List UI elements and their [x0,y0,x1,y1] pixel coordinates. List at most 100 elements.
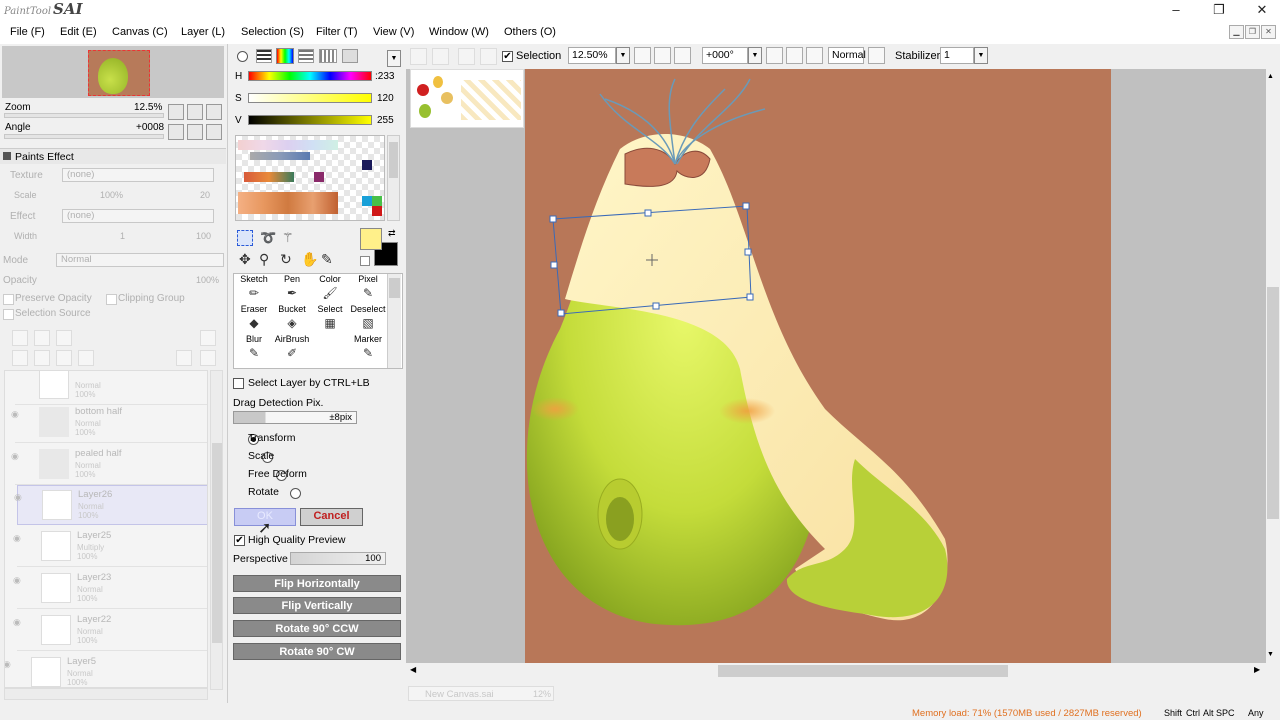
tool-eraser[interactable]: Eraser ◆ [234,304,274,334]
invert-selection-icon[interactable] [480,48,497,65]
magic-wand-icon[interactable]: ⚚ [282,230,294,246]
cancel-button[interactable]: Cancel [300,508,363,526]
layer-folder-bottom-half[interactable]: ◉ bottom half Normal 100% [11,403,207,443]
transparent-color-icon[interactable] [360,256,370,266]
zoom-out-button[interactable] [168,104,184,120]
eye-icon[interactable]: ◉ [11,409,19,420]
rotate-cw-button[interactable]: Rotate 90° CW [233,643,401,660]
canvas-vscroll[interactable]: ▲ ▼ [1266,69,1280,663]
select-layer-ctrl-checkbox[interactable] [233,378,244,389]
undo-icon[interactable] [410,48,427,65]
effect-select[interactable]: (none) [62,209,214,223]
eye-icon[interactable]: ◉ [13,533,21,544]
minimize-button[interactable]: – [1162,0,1190,20]
zoom-slider[interactable] [4,113,164,118]
tool-blur[interactable]: Blur ✎ [234,334,274,364]
value-slider[interactable] [248,115,372,125]
hq-preview-checkbox[interactable]: ✔ [234,535,245,546]
marquee-tool-icon[interactable] [237,230,253,246]
angle-dropdown[interactable]: ▼ [748,47,762,64]
mdi-minimize-icon[interactable]: ▁ [1229,25,1244,39]
preserve-opacity-checkbox[interactable] [3,294,14,305]
swap-colors-icon[interactable]: ⇄ [388,228,396,239]
layer-item[interactable]: ◉ Layer23 Normal 100% [13,569,207,609]
rotate-tool-icon[interactable]: ↻ [280,251,292,268]
layer-hscroll[interactable] [4,688,208,700]
clipping-group-checkbox[interactable] [106,294,117,305]
new-linework-icon[interactable] [34,330,50,346]
zoom-minus-icon[interactable] [634,47,651,64]
hand-tool-icon[interactable]: ✋ [301,251,318,268]
flip-horizontally-button[interactable]: Flip Horizontally [233,575,401,592]
rotate-cw-icon[interactable] [786,47,803,64]
hue-slider[interactable] [248,71,372,81]
stabilizer-dropdown[interactable]: ▼ [974,47,988,64]
merge-down-icon[interactable] [56,350,72,366]
clear-layer-icon[interactable] [200,350,216,366]
blend-menu-icon[interactable] [868,47,885,64]
layer-item-selected[interactable]: ◉ Layer26 Normal 100% [14,485,207,525]
restore-button[interactable]: ❐ [1205,0,1233,20]
eyedropper-tool-icon[interactable]: ✎ [321,251,333,268]
deselect-icon[interactable] [458,48,475,65]
tool-grid-scrollbar[interactable] [387,274,401,368]
eye-icon[interactable]: ◉ [14,492,22,503]
rotate-ccw-icon[interactable] [766,47,783,64]
layer-folder-pealed-half[interactable]: ◉ pealed half Normal 100% [11,445,207,485]
canvas-artboard[interactable] [525,69,1111,663]
rotate-right-button[interactable] [187,124,203,140]
eye-icon[interactable]: ◉ [13,575,21,586]
lasso-tool-icon[interactable]: ➰ [260,230,276,246]
scratchpad-icon[interactable] [342,49,358,63]
move-tool-icon[interactable]: ✥ [239,251,251,268]
menu-selection[interactable]: Selection (S) [241,26,304,38]
rotate-reset-button[interactable] [206,124,222,140]
tool-color[interactable]: Color 🖌 [310,274,350,304]
mode-select[interactable]: Normal [56,253,224,267]
swatches-icon[interactable] [319,49,337,63]
eye-icon[interactable]: ◉ [5,659,11,670]
mixer-icon[interactable] [298,49,314,63]
layer-item[interactable]: ◉Layer5Normal100% [5,653,201,687]
reset-rotation-icon[interactable] [806,47,823,64]
canvas-tab[interactable]: New Canvas.sai 12% [408,686,554,701]
new-layer-icon[interactable] [12,330,28,346]
menu-window[interactable]: Window (W) [429,26,489,38]
menu-view[interactable]: View (V) [373,26,414,38]
saturation-slider[interactable] [248,93,372,103]
layer-item[interactable]: ◉ Layer25 Multiply 100% [13,527,207,567]
redo-icon[interactable] [432,48,449,65]
swatch-scrollbar[interactable] [387,135,400,221]
transfer-down-icon[interactable] [34,350,50,366]
menu-file[interactable]: File (F) [10,26,45,38]
menu-others[interactable]: Others (O) [504,26,556,38]
close-button[interactable]: ✕ [1248,0,1276,20]
menu-edit[interactable]: Edit (E) [60,26,97,38]
zoom-in-button[interactable] [187,104,203,120]
layer-item[interactable]: ◉ Layer22 Normal 100% [13,611,207,651]
delete-layer-icon[interactable] [78,350,94,366]
rotate-ccw-button[interactable]: Rotate 90° CCW [233,620,401,637]
new-folder-icon[interactable] [56,330,72,346]
tool-pen[interactable]: Pen ✒ [272,274,312,304]
mdi-restore-icon[interactable]: ❐ [1245,25,1260,39]
color-swatch-grid[interactable] [235,135,385,221]
zoom-fit-icon[interactable] [674,47,691,64]
zoom-tool-icon[interactable]: ⚲ [259,251,269,268]
tool-sketch[interactable]: Sketch ✏ [234,274,274,304]
zoom-plus-icon[interactable] [654,47,671,64]
tool-marker[interactable]: Marker ✎ [348,334,388,364]
canvas-hscroll[interactable]: ◀ ▶ [406,663,1268,679]
show-selection-checkbox[interactable]: ✔ [502,51,513,62]
rotate-left-button[interactable] [168,124,184,140]
eye-icon[interactable]: ◉ [13,617,21,628]
tool-deselect[interactable]: Deselect ▧ [348,304,388,334]
menu-filter[interactable]: Filter (T) [316,26,358,38]
layer-scrollbar[interactable] [210,370,223,690]
mdi-close-icon[interactable]: ✕ [1261,25,1276,39]
foreground-color[interactable] [360,228,382,250]
apply-mask-icon[interactable] [176,350,192,366]
tool-select[interactable]: Select ▦ [310,304,350,334]
eye-icon[interactable]: ◉ [11,451,19,462]
perspective-slider[interactable]: 100 [290,552,386,565]
